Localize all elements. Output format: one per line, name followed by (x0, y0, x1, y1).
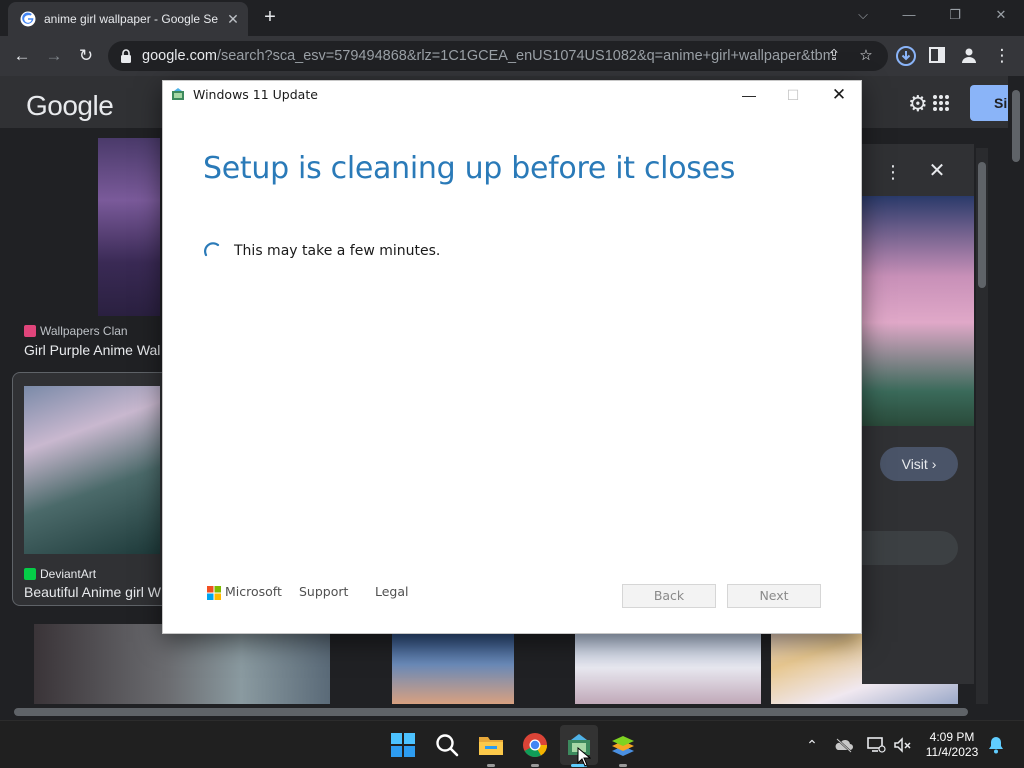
image-result[interactable]: Wallpapers Clan Girl Purple Anime Wal (20, 136, 180, 376)
notification-bell-icon[interactable] (986, 735, 1006, 755)
more-options-icon[interactable]: ⋮ (884, 162, 902, 182)
horizontal-scrollbar-thumb[interactable] (14, 708, 968, 716)
show-hidden-icons-chevron-icon[interactable]: ⌃ (802, 735, 822, 755)
onedrive-cloud-icon[interactable] (834, 735, 854, 755)
results-scrollbar[interactable] (976, 148, 988, 704)
preview-info-bar (862, 531, 958, 565)
image-result-selected[interactable]: DeviantArt Beautiful Anime girl W (12, 372, 180, 606)
page-horizontal-scrollbar[interactable] (0, 704, 1008, 720)
result-thumbnail[interactable] (34, 624, 330, 704)
dialog-close-icon[interactable]: ✕ (817, 81, 861, 109)
browser-menu-icon[interactable]: ⋮ (990, 44, 1014, 68)
results-scrollbar-thumb[interactable] (978, 162, 986, 288)
result-source: Wallpapers Clan (24, 324, 128, 338)
mouse-cursor-icon (577, 747, 591, 767)
setup-dialog: Windows 11 Update — ☐ ✕ Setup is cleanin… (162, 80, 862, 634)
settings-gear-icon[interactable]: ⚙ (908, 92, 932, 116)
clock-date: 11/4/2023 (925, 745, 979, 759)
window-minimize-icon[interactable]: — (894, 4, 924, 26)
support-link[interactable]: Support (299, 584, 348, 599)
lock-icon (121, 49, 131, 63)
preview-panel: ⋮ ✕ Visit › (862, 144, 974, 684)
running-indicator (531, 764, 539, 767)
dialog-maximize-icon: ☐ (786, 87, 800, 103)
running-indicator (619, 764, 627, 767)
result-thumbnail[interactable] (575, 632, 761, 704)
dialog-title: Windows 11 Update (193, 87, 318, 102)
result-source: DeviantArt (24, 567, 96, 581)
windows-update-icon (172, 88, 184, 100)
next-button[interactable]: Next (727, 584, 821, 608)
result-caption[interactable]: Girl Purple Anime Wal (24, 342, 160, 358)
profile-icon[interactable] (960, 46, 978, 64)
dialog-heading: Setup is cleaning up before it closes (203, 151, 736, 186)
system-clock[interactable]: 4:09 PM 11/4/2023 (920, 730, 984, 760)
window-close-icon[interactable]: ✕ (986, 4, 1016, 26)
google-favicon-icon (20, 11, 36, 27)
running-indicator (487, 764, 495, 767)
microsoft-logo-icon (207, 586, 221, 600)
loading-spinner-icon (204, 242, 220, 257)
dialog-titlebar: Windows 11 Update — ☐ ✕ (163, 81, 861, 109)
dialog-message: This may take a few minutes. (234, 243, 441, 259)
result-thumbnail[interactable] (24, 386, 160, 554)
screen: anime girl wallpaper - Google Se ✕ + ⌵ —… (0, 0, 1024, 768)
volume-muted-icon[interactable] (892, 735, 912, 755)
result-thumbnail[interactable] (98, 138, 160, 316)
new-tab-plus-icon[interactable]: + (258, 6, 282, 30)
taskbar: ⌃ 4:09 PM 11/4/2023 (0, 720, 1024, 768)
visit-button[interactable]: Visit › (880, 447, 958, 481)
url-text: google.com/search?sca_esv=579494868&rlz=… (142, 48, 832, 64)
result-caption[interactable]: Beautiful Anime girl W (24, 584, 161, 600)
bookmark-star-icon[interactable]: ☆ (856, 46, 876, 66)
apps-grid-icon[interactable] (932, 94, 950, 112)
tab-title: anime girl wallpaper - Google Se (44, 12, 219, 26)
side-panel-icon[interactable] (929, 47, 945, 63)
page-scrollbar-thumb[interactable] (1012, 90, 1020, 162)
back-arrow-icon[interactable]: ← (10, 44, 34, 68)
site-favicon-icon (24, 325, 36, 337)
browser-toolbar: ← → ↻ google.com/search?sca_esv=57949486… (0, 36, 1024, 76)
google-logo[interactable]: Google (26, 90, 114, 122)
network-icon[interactable] (866, 735, 886, 755)
result-thumbnail[interactable] (392, 632, 514, 704)
address-bar[interactable]: google.com/search?sca_esv=579494868&rlz=… (108, 41, 888, 71)
tab-strip: anime girl wallpaper - Google Se ✕ + ⌵ —… (0, 0, 1024, 36)
dialog-minimize-icon[interactable]: — (727, 81, 771, 109)
back-button[interactable]: Back (622, 584, 716, 608)
close-preview-icon[interactable]: ✕ (926, 160, 948, 182)
window-restore-icon[interactable]: ❐ (940, 4, 970, 26)
microsoft-brand: Microsoft (225, 584, 282, 599)
stacked-app-icon[interactable] (609, 731, 637, 759)
tab-search-chevron-icon[interactable]: ⌵ (848, 4, 878, 26)
tab-close-icon[interactable]: ✕ (224, 10, 242, 28)
chrome-icon[interactable] (521, 731, 549, 759)
download-icon[interactable] (895, 45, 917, 67)
reload-icon[interactable]: ↻ (74, 44, 98, 68)
legal-link[interactable]: Legal (375, 584, 409, 599)
share-icon[interactable]: ⇪ (824, 46, 844, 66)
site-favicon-icon (24, 568, 36, 580)
windows-start-icon[interactable] (389, 731, 417, 759)
preview-image[interactable] (862, 196, 974, 426)
forward-arrow-icon[interactable]: → (42, 44, 66, 68)
browser-tab[interactable]: anime girl wallpaper - Google Se ✕ (8, 2, 248, 36)
file-explorer-icon[interactable] (477, 731, 505, 759)
page-vertical-scrollbar[interactable] (1008, 76, 1024, 704)
clock-time: 4:09 PM (929, 730, 975, 744)
search-icon[interactable] (433, 731, 461, 759)
